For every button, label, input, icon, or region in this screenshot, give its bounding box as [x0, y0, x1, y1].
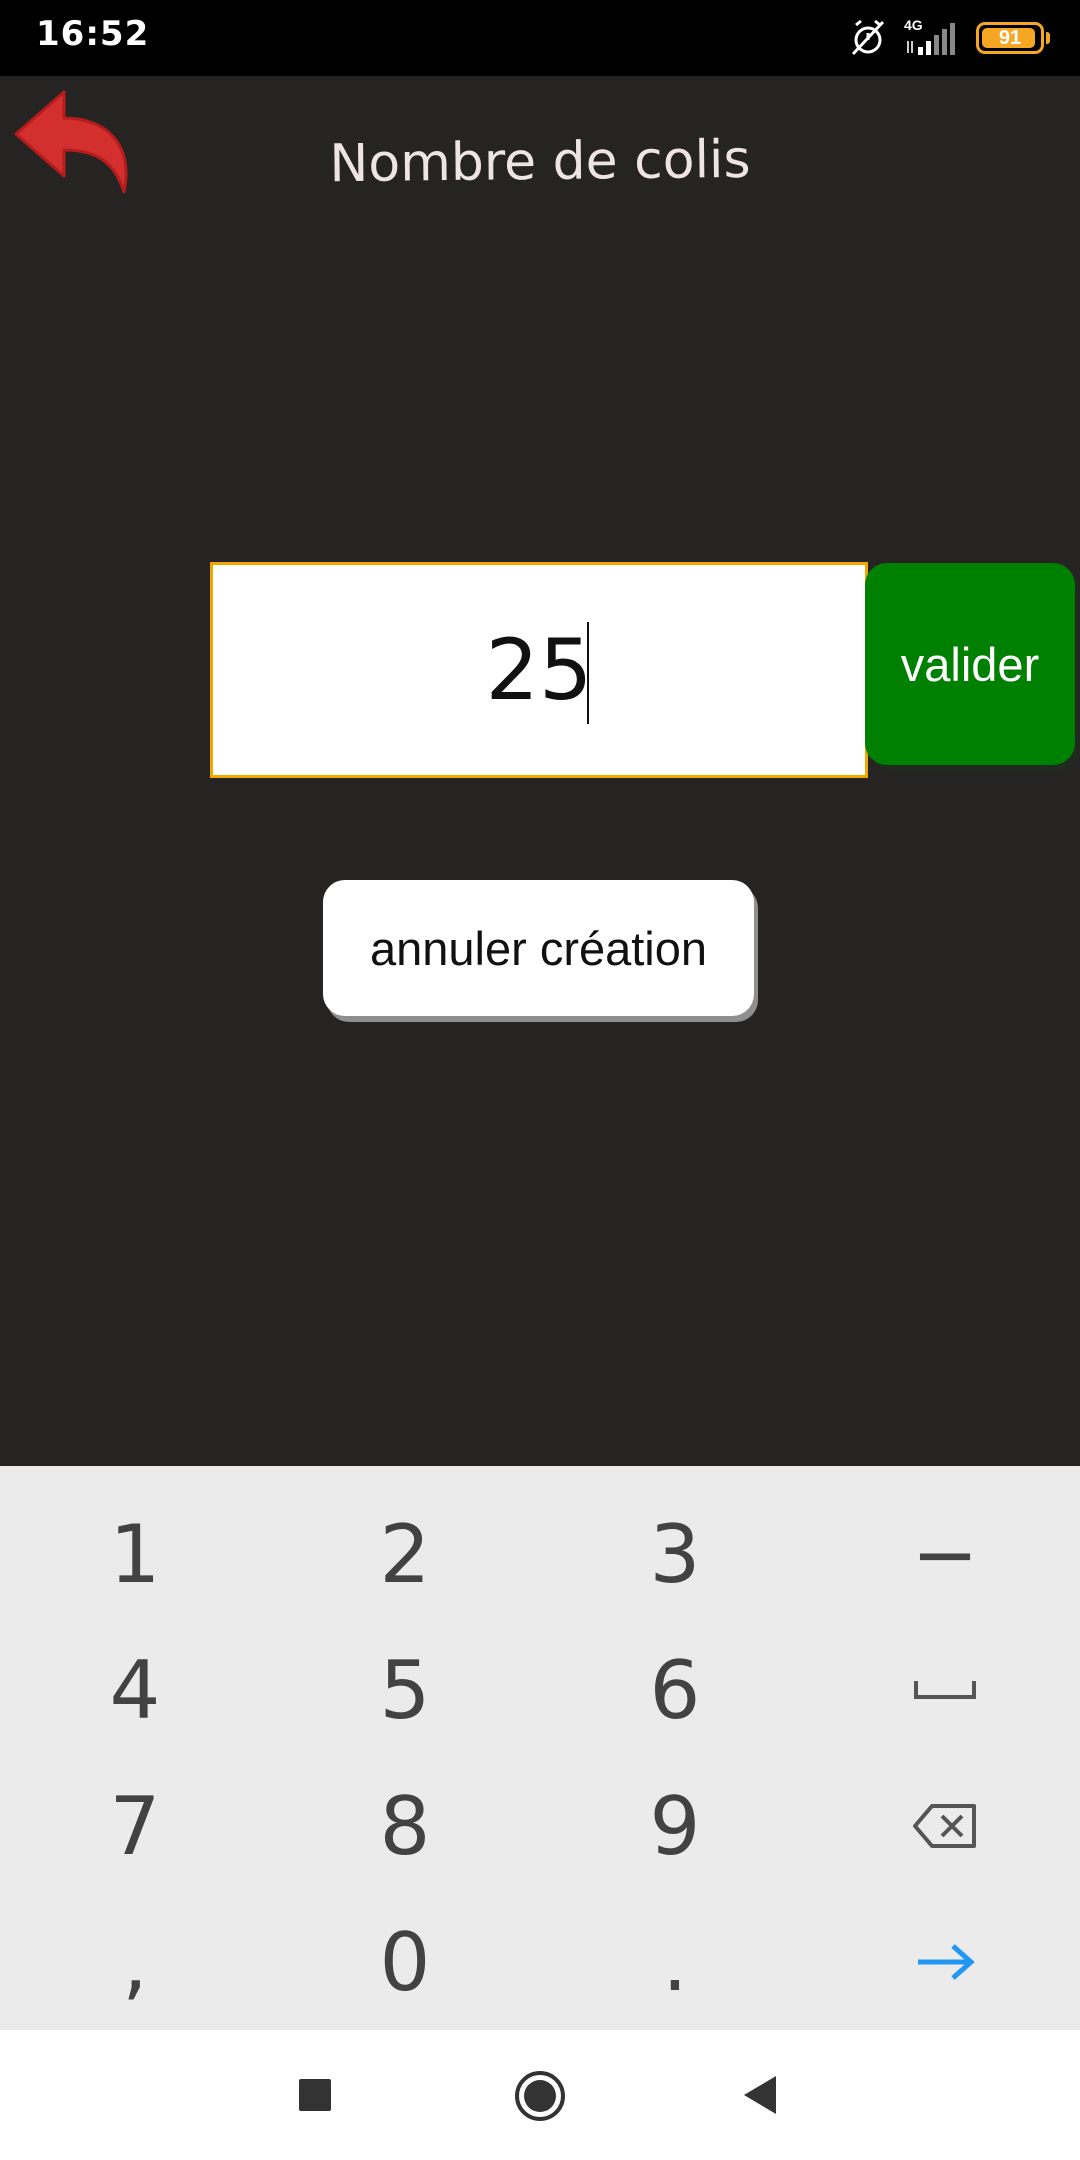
navigation-bar [0, 2030, 1080, 2160]
key-4[interactable]: 4 [0, 1622, 270, 1758]
battery-icon: 91 [976, 22, 1050, 54]
numeric-keyboard: 1 2 3 − 4 5 6 7 8 9 , 0 . [0, 1466, 1080, 2030]
status-time: 16:52 [36, 14, 150, 54]
key-space[interactable] [810, 1622, 1080, 1758]
page-title: Nombre de colis [329, 129, 751, 195]
key-8[interactable]: 8 [270, 1758, 540, 1894]
key-5[interactable]: 5 [270, 1622, 540, 1758]
key-dot[interactable]: . [540, 1894, 810, 2030]
recents-button[interactable] [298, 2078, 332, 2117]
recents-icon [299, 2079, 331, 2111]
signal-icon: 4G [904, 17, 960, 57]
key-2[interactable]: 2 [270, 1486, 540, 1622]
battery-level: 91 [998, 26, 1022, 49]
status-icons: 4G 91 [848, 17, 1050, 58]
cancel-creation-button[interactable]: annuler création [323, 880, 754, 1016]
quantity-input[interactable] [210, 562, 868, 778]
key-enter[interactable] [810, 1894, 1080, 2030]
status-bar: 16:52 4G 91 [0, 0, 1080, 76]
key-backspace[interactable] [810, 1758, 1080, 1894]
text-caret [587, 622, 589, 724]
key-9[interactable]: 9 [540, 1758, 810, 1894]
back-icon [744, 2076, 776, 2114]
key-0[interactable]: 0 [270, 1894, 540, 2030]
home-button[interactable] [514, 2070, 566, 2127]
key-comma[interactable]: , [0, 1894, 270, 2030]
enter-arrow-icon [918, 1944, 975, 1980]
key-6[interactable]: 6 [540, 1622, 810, 1758]
space-icon [914, 1681, 976, 1699]
key-7[interactable]: 7 [0, 1758, 270, 1894]
key-3[interactable]: 3 [540, 1486, 810, 1622]
key-minus[interactable]: − [810, 1486, 1080, 1622]
key-1[interactable]: 1 [0, 1486, 270, 1622]
backspace-icon [913, 1804, 976, 1848]
system-back-button[interactable] [742, 2074, 778, 2121]
validate-button[interactable]: valider [865, 563, 1075, 765]
home-icon [515, 2071, 565, 2121]
alarm-off-icon [851, 19, 885, 56]
